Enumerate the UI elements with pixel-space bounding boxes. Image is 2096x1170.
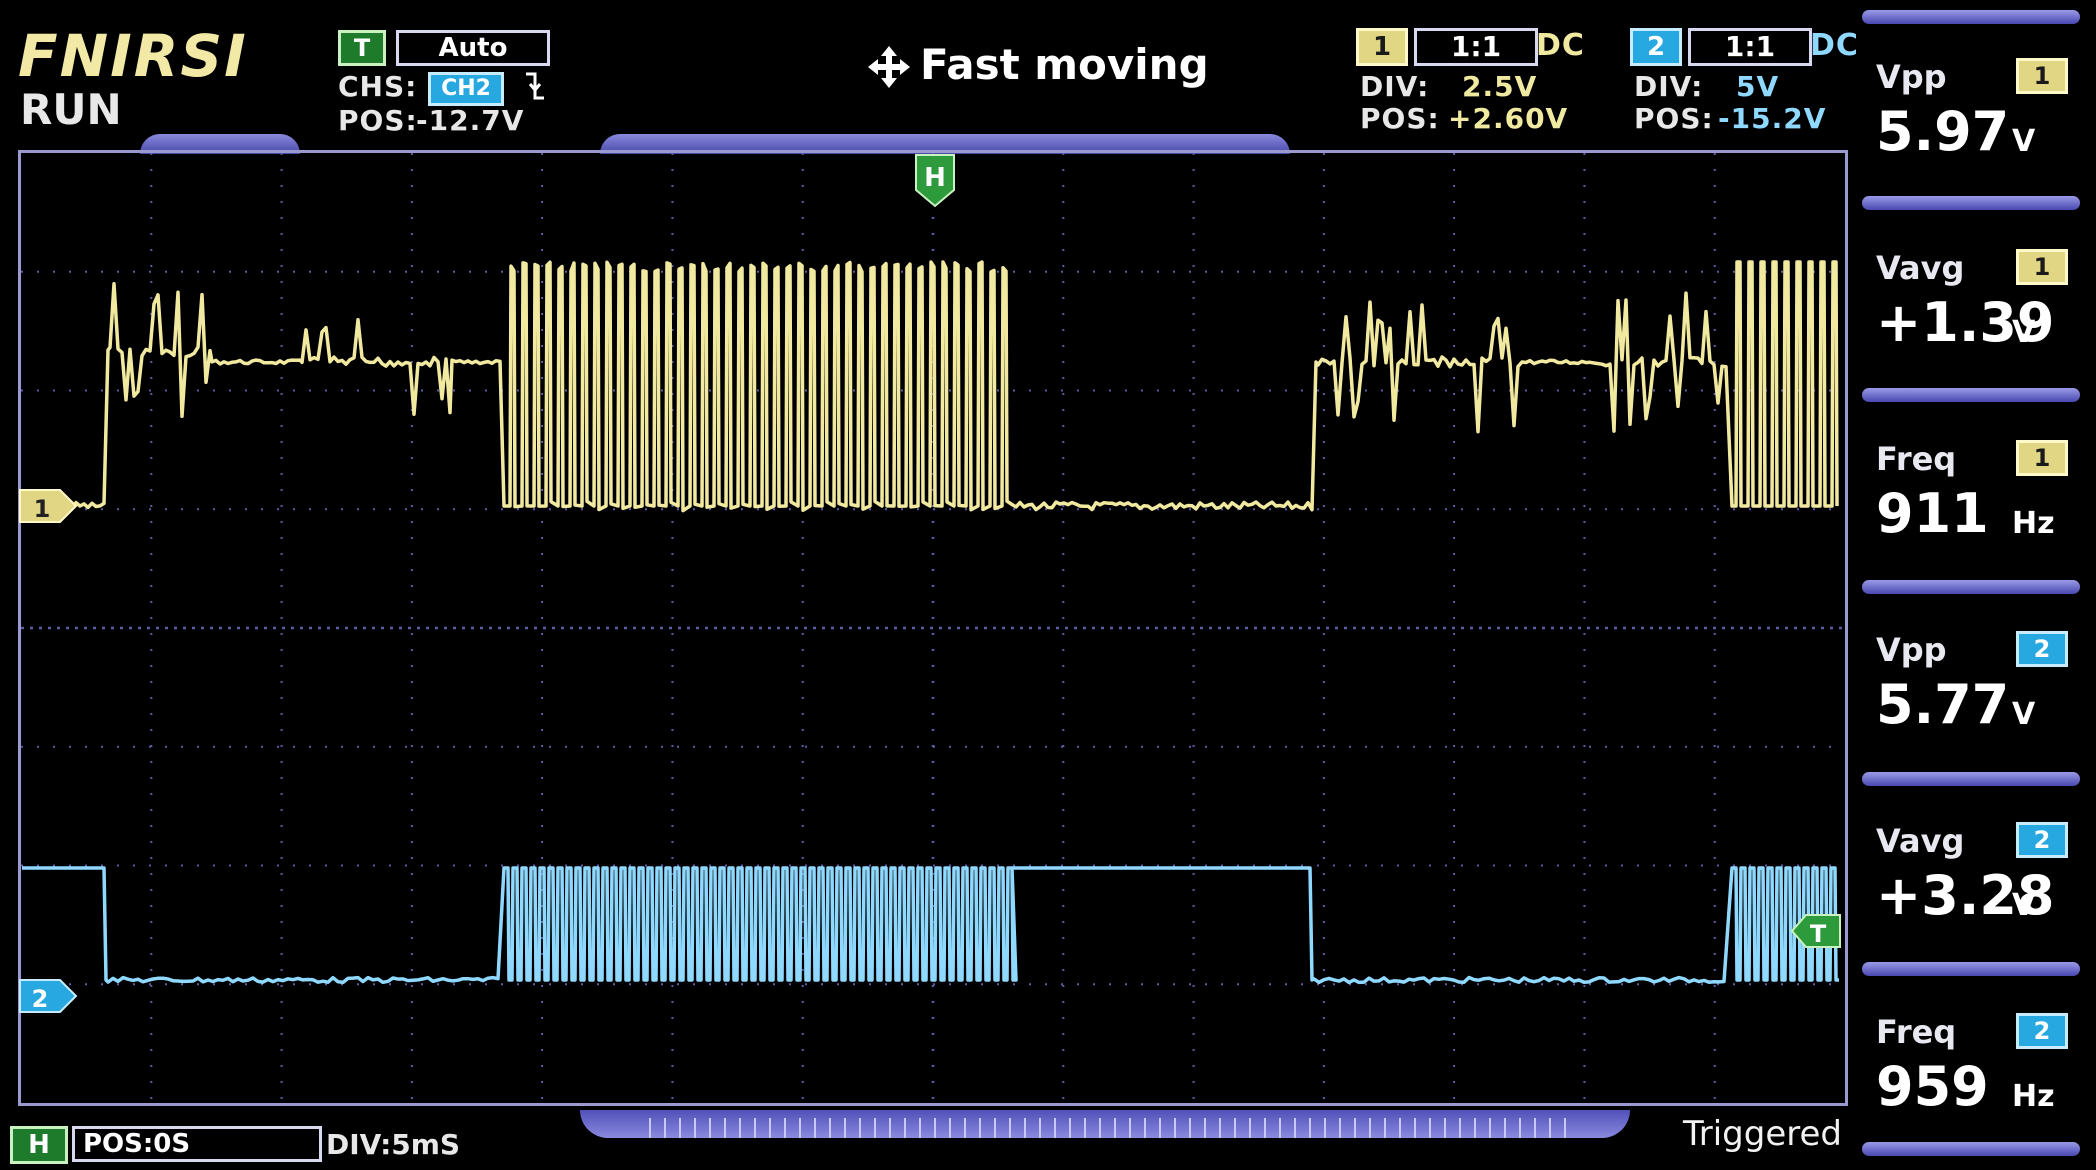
panel-separator	[1862, 10, 2080, 24]
ch2-reference-marker[interactable]: 2	[19, 979, 78, 1013]
measurement-label: Vpp	[1876, 58, 1947, 96]
measurement-channel-badge: 1	[2016, 440, 2068, 476]
trigger-marker-label: T	[1810, 920, 1827, 948]
measurement-label: Freq	[1876, 440, 1957, 478]
h-badge: H	[10, 1126, 68, 1164]
horizontal-position[interactable]: POS:0S	[72, 1126, 322, 1162]
measurement-label: Vpp	[1876, 631, 1947, 669]
measurement-channel-badge: 1	[2016, 249, 2068, 285]
measurement-unit: V	[2012, 888, 2036, 923]
measurement-channel-badge: 2	[2016, 631, 2068, 667]
trigger-status: Triggered	[1682, 1114, 1842, 1154]
measurement-unit: V	[2012, 697, 2036, 732]
measurement-label: Vavg	[1876, 249, 1965, 287]
measurement-label: Vavg	[1876, 822, 1965, 860]
scope-waveform-display[interactable]: H 1 2 T	[0, 0, 2096, 1170]
measurement-value: 911	[1876, 482, 1989, 545]
ch1-waveform	[21, 260, 1839, 513]
panel-separator	[1862, 196, 2080, 210]
ch1-marker-label: 1	[34, 495, 51, 523]
measurement-channel-badge: 2	[2016, 822, 2068, 858]
ch2-waveform	[22, 866, 1839, 985]
timebase-div[interactable]: DIV:5mS	[326, 1128, 460, 1161]
panel-separator	[1862, 962, 2080, 976]
h-position-marker[interactable]: H	[915, 154, 955, 208]
h-marker-label: H	[924, 163, 946, 193]
panel-separator	[1862, 1142, 2080, 1156]
measurement-unit: V	[2012, 315, 2036, 350]
panel-separator	[1862, 580, 2080, 594]
measurement-unit: Hz	[2012, 506, 2055, 541]
timebase-ruler	[649, 1118, 1566, 1138]
panel-separator	[1862, 772, 2080, 786]
measurement-unit: Hz	[2012, 1079, 2055, 1114]
ch2-marker-label: 2	[32, 985, 49, 1013]
measurement-value: 959	[1876, 1055, 1989, 1118]
measurement-value: 5.97	[1876, 100, 2010, 163]
measurement-value: 5.77	[1876, 673, 2010, 736]
ch1-reference-marker[interactable]: 1	[19, 489, 78, 523]
panel-separator	[1862, 388, 2080, 402]
measurement-unit: V	[2012, 124, 2036, 159]
measurement-label: Freq	[1876, 1013, 1957, 1051]
measurement-channel-badge: 1	[2016, 58, 2068, 94]
measurement-channel-badge: 2	[2016, 1013, 2068, 1049]
